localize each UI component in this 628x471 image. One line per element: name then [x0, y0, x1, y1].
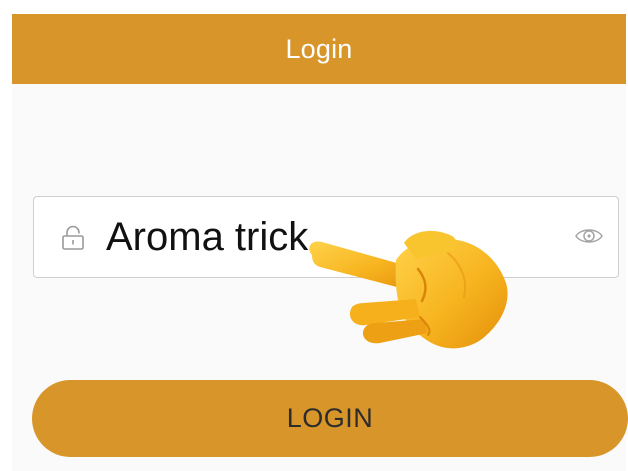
password-field[interactable]: Aroma trick — [33, 196, 619, 278]
login-screen: Login Aroma trick LOGIN — [0, 0, 628, 471]
header-bar: Login — [12, 14, 626, 84]
eye-icon[interactable] — [574, 224, 604, 248]
lock-icon — [62, 225, 84, 250]
login-button[interactable]: LOGIN — [32, 380, 628, 457]
page-title: Login — [285, 33, 353, 64]
password-input[interactable]: Aroma trick — [106, 215, 308, 259]
login-button-label: LOGIN — [286, 403, 374, 433]
